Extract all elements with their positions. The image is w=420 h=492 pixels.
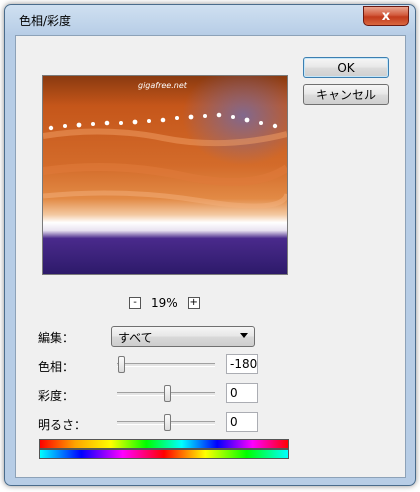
cancel-button[interactable]: キャンセル: [303, 84, 389, 105]
lightness-input[interactable]: 0: [226, 412, 258, 432]
saturation-input[interactable]: 0: [226, 383, 258, 403]
hue-label: 色相：: [38, 360, 75, 374]
zoom-level: 19%: [151, 296, 178, 310]
close-icon: x: [381, 8, 391, 24]
zoom-control: - 19% +: [129, 295, 213, 311]
zoom-out-button[interactable]: -: [129, 297, 141, 309]
image-preview: gigafree.net: [42, 75, 288, 275]
hue-saturation-dialog: 色相/彩度 x gigafree.net OK キャンセル - 19% + 編集…: [4, 4, 416, 486]
adjusted-hue-spectrum: [39, 449, 289, 459]
title-bar[interactable]: 色相/彩度 x: [5, 5, 415, 35]
lightness-label: 明るさ：: [38, 418, 87, 432]
edit-label: 編集：: [38, 331, 75, 345]
chevron-down-icon: [240, 333, 248, 338]
ok-button[interactable]: OK: [303, 57, 389, 78]
original-hue-spectrum: [39, 439, 289, 449]
dialog-client-area: gigafree.net OK キャンセル - 19% + 編集： すべて 色相…: [15, 35, 406, 478]
edit-dropdown[interactable]: すべて: [111, 326, 255, 347]
close-button[interactable]: x: [363, 6, 409, 26]
hue-slider-thumb[interactable]: [118, 356, 125, 373]
dialog-title: 色相/彩度: [19, 14, 72, 28]
saturation-slider-thumb[interactable]: [164, 385, 171, 402]
hue-input[interactable]: -180: [226, 354, 258, 374]
zoom-in-button[interactable]: +: [187, 297, 200, 309]
edit-selected-value: すべて: [118, 331, 153, 345]
lightness-slider-thumb[interactable]: [164, 414, 171, 431]
hue-slider-track[interactable]: [117, 363, 215, 367]
preview-image: gigafree.net: [43, 76, 287, 274]
saturation-label: 彩度：: [38, 389, 75, 403]
watermark-text: gigafree.net: [138, 81, 188, 90]
